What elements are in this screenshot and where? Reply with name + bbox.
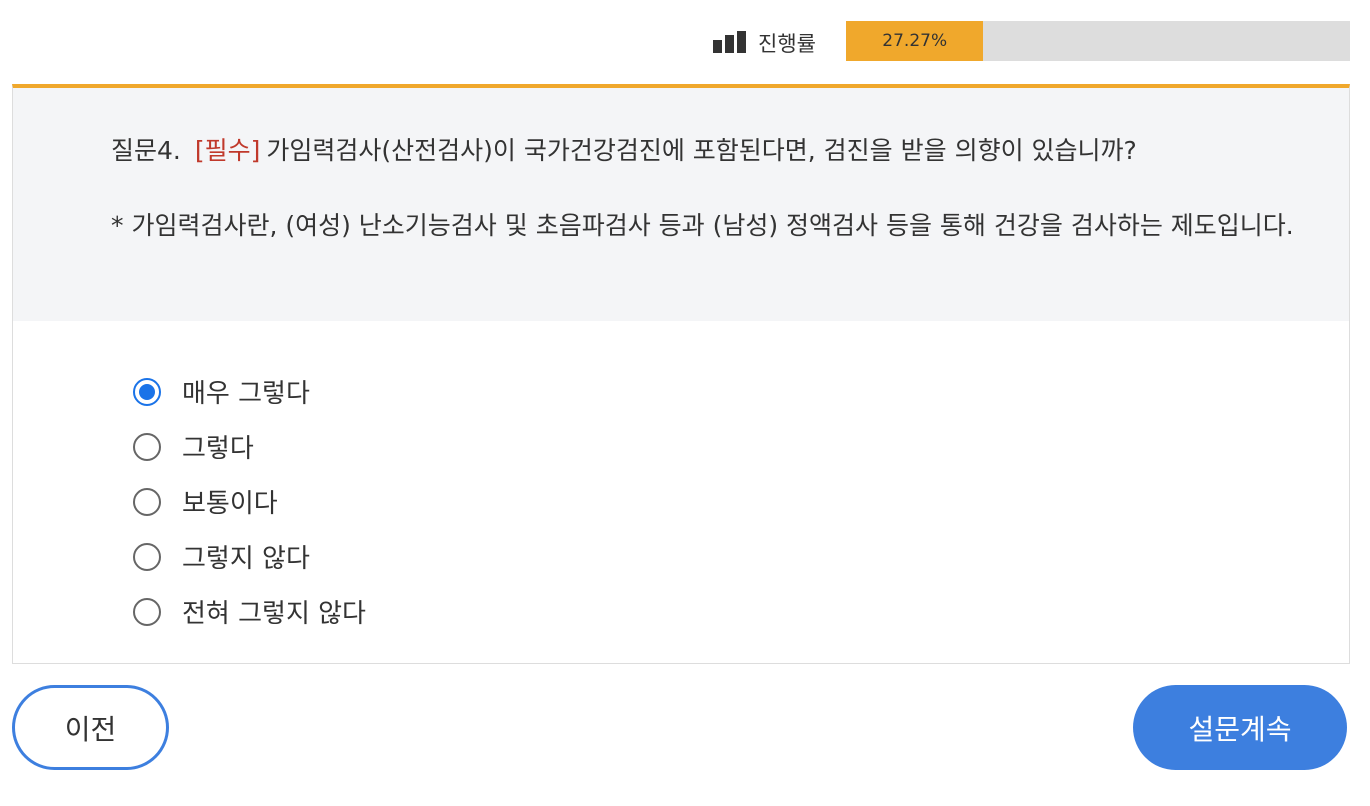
question-text: 가임력검사(산전검사)이 국가건강검진에 포함된다면, 검진을 받을 의향이 있… — [266, 136, 1137, 165]
progress-fill: 27.27% — [846, 21, 984, 61]
radio-button[interactable] — [133, 377, 161, 406]
previous-button[interactable]: 이전 — [12, 685, 169, 770]
answer-options: 매우 그렇다 그렇다 보통이다 그렇지 않다 전혀 그렇지 않다 — [133, 364, 366, 639]
progress-percent: 27.27% — [882, 31, 948, 51]
option-label: 그렇다 — [182, 434, 254, 464]
radio-button[interactable] — [133, 432, 161, 461]
question-number: 질문4. — [111, 136, 181, 165]
question-box: 질문4. [필수] 가임력검사(산전검사)이 국가건강검진에 포함된다면, 검진을 … — [13, 88, 1349, 321]
option-4[interactable]: 그렇지 않다 — [133, 529, 366, 584]
option-5[interactable]: 전혀 그렇지 않다 — [133, 584, 366, 639]
radio-button[interactable] — [133, 487, 161, 516]
question-note: * 가임력검사란, (여성) 난소기능검사 및 초음파검사 등과 (남성) 정액… — [111, 211, 1294, 240]
option-label: 전혀 그렇지 않다 — [182, 599, 366, 629]
option-label: 그렇지 않다 — [182, 544, 310, 574]
option-1[interactable]: 매우 그렇다 — [133, 364, 366, 419]
continue-survey-button[interactable]: 설문계속 — [1133, 685, 1347, 770]
progress-bar-row: 진행률 27.27% — [0, 21, 1370, 61]
question-line: 질문4. [필수] 가임력검사(산전검사)이 국가건강검진에 포함된다면, 검진을 … — [111, 132, 1137, 170]
progress-track: 27.27% — [846, 21, 1350, 61]
progress-label: 진행률 — [758, 32, 816, 56]
question-card: 질문4. [필수] 가임력검사(산전검사)이 국가건강검진에 포함된다면, 검진을 … — [12, 84, 1350, 664]
option-label: 매우 그렇다 — [182, 379, 310, 409]
required-tag: [필수] — [194, 136, 261, 165]
radio-button[interactable] — [133, 542, 161, 571]
option-2[interactable]: 그렇다 — [133, 419, 366, 474]
bar-chart-icon — [713, 31, 747, 53]
radio-button[interactable] — [133, 597, 161, 626]
option-label: 보통이다 — [182, 489, 278, 519]
option-3[interactable]: 보통이다 — [133, 474, 366, 529]
